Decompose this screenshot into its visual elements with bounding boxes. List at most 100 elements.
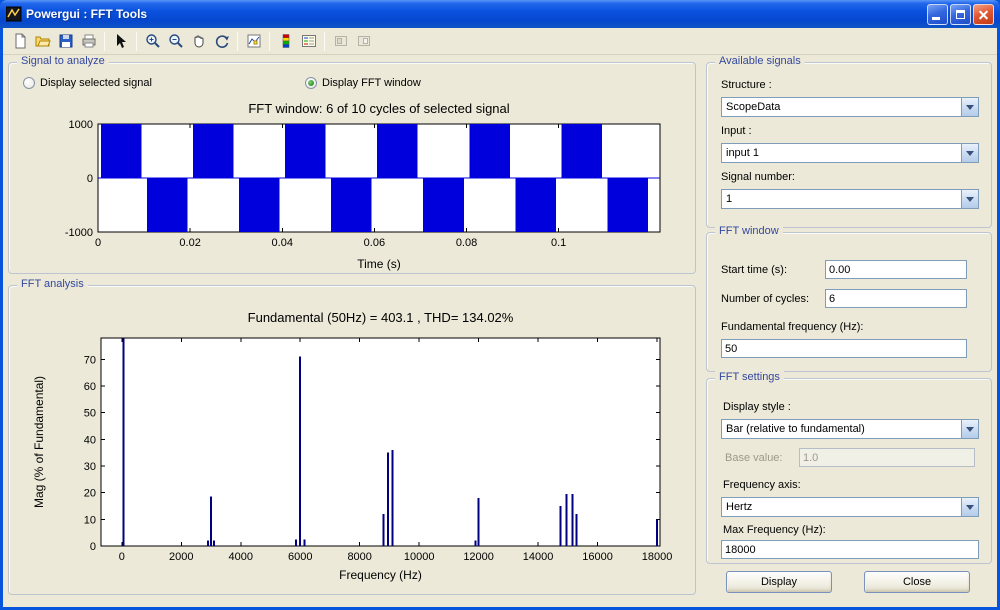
chevron-down-icon[interactable] xyxy=(961,98,978,116)
signal-plot-title: FFT window: 6 of 10 cycles of selected s… xyxy=(98,101,660,116)
signal-pulse xyxy=(101,124,142,178)
x-tick-label: 0 xyxy=(119,551,125,563)
harmonic-bar xyxy=(576,514,578,546)
x-tick-label: 0 xyxy=(95,237,101,249)
zoom-out-icon xyxy=(168,33,184,49)
open-file-button[interactable] xyxy=(31,30,54,53)
number-of-cycles-input[interactable] xyxy=(825,289,967,308)
display-style-select[interactable]: Bar (relative to fundamental) xyxy=(721,419,979,439)
show-plot-tools-button[interactable] xyxy=(352,30,375,53)
y-tick-label: 30 xyxy=(84,461,96,473)
radio-label: Display FFT window xyxy=(322,77,421,89)
save-figure-button[interactable] xyxy=(54,30,77,53)
harmonic-bar xyxy=(391,450,393,546)
title-bar[interactable]: Powergui : FFT Tools xyxy=(0,0,1000,28)
fft-spectrum-plot[interactable]: 0200040006000800010000120001400016000180… xyxy=(9,331,697,571)
rotate-icon xyxy=(214,33,230,49)
input-label: Input : xyxy=(721,125,752,137)
frequency-axis-value: Hertz xyxy=(726,501,958,513)
input-select[interactable]: input 1 xyxy=(721,143,979,163)
rotate-3d-button[interactable] xyxy=(210,30,233,53)
printer-icon xyxy=(81,33,97,49)
radio-display-selected-signal[interactable]: Display selected signal xyxy=(23,77,152,89)
x-tick-label: 4000 xyxy=(229,551,253,563)
signal-pulse xyxy=(423,178,464,232)
toolbar-separator xyxy=(269,32,270,51)
fft-settings-group: FFT settings Display style : Bar (relati… xyxy=(706,378,992,564)
fundamental-frequency-label: Fundamental frequency (Hz): xyxy=(721,321,863,333)
x-tick-label: 0.04 xyxy=(272,237,293,249)
structure-label: Structure : xyxy=(721,79,772,91)
chevron-down-icon[interactable] xyxy=(961,144,978,162)
toolbar-separator xyxy=(324,32,325,51)
signal-number-value: 1 xyxy=(726,193,958,205)
x-tick-label: 16000 xyxy=(582,551,613,563)
harmonic-bar xyxy=(387,453,389,546)
base-value-label: Base value: xyxy=(725,452,782,464)
radio-label: Display selected signal xyxy=(40,77,152,89)
radio-display-fft-window[interactable]: Display FFT window xyxy=(305,77,421,89)
x-tick-label: 0.1 xyxy=(551,237,566,249)
zoom-in-button[interactable] xyxy=(141,30,164,53)
insert-colorbar-button[interactable] xyxy=(274,30,297,53)
print-figure-button[interactable] xyxy=(77,30,100,53)
display-style-label: Display style : xyxy=(723,401,791,413)
signal-plot[interactable]: 00.020.040.060.080.1-100001000 xyxy=(9,119,697,269)
chevron-down-icon[interactable] xyxy=(961,420,978,438)
radio-icon[interactable] xyxy=(23,77,35,89)
save-icon xyxy=(58,33,74,49)
close-window-button[interactable] xyxy=(973,4,994,25)
structure-select[interactable]: ScopeData xyxy=(721,97,979,117)
chevron-down-icon[interactable] xyxy=(961,190,978,208)
number-of-cycles-label: Number of cycles: xyxy=(721,293,809,305)
hand-icon xyxy=(191,33,207,49)
data-cursor-button[interactable] xyxy=(242,30,265,53)
window-controls xyxy=(927,4,994,25)
edit-plot-button[interactable] xyxy=(109,30,132,53)
y-tick-label: -1000 xyxy=(65,227,93,239)
fft-window-group: FFT window Start time (s): Number of cyc… xyxy=(706,232,992,372)
zoom-in-icon xyxy=(145,33,161,49)
signal-pulse xyxy=(331,178,372,232)
max-frequency-input[interactable] xyxy=(721,540,979,559)
close-button[interactable]: Close xyxy=(864,571,970,593)
x-tick-label: 12000 xyxy=(463,551,494,563)
signal-pulse xyxy=(607,178,648,232)
signal-pulse xyxy=(285,124,326,178)
structure-value: ScopeData xyxy=(726,101,958,113)
hide-plot-tools-button[interactable] xyxy=(329,30,352,53)
signal-number-select[interactable]: 1 xyxy=(721,189,979,209)
harmonic-bar xyxy=(382,514,384,546)
start-time-input[interactable] xyxy=(825,260,967,279)
new-document-button[interactable] xyxy=(8,30,31,53)
fundamental-frequency-input[interactable] xyxy=(721,339,967,358)
fft-plot-title: Fundamental (50Hz) = 403.1 , THD= 134.02… xyxy=(101,310,660,325)
open-folder-icon xyxy=(35,33,51,49)
signal-pulse xyxy=(377,124,418,178)
maximize-button[interactable] xyxy=(950,4,971,25)
harmonic-bar xyxy=(210,497,212,546)
insert-legend-button[interactable] xyxy=(297,30,320,53)
signal-pulse xyxy=(469,124,510,178)
y-tick-label: 0 xyxy=(90,541,96,553)
signal-pulse xyxy=(147,178,188,232)
y-tick-label: 0 xyxy=(87,173,93,185)
client-area: Signal to analyze Display selected signa… xyxy=(3,28,997,607)
minimize-button[interactable] xyxy=(927,4,948,25)
cursor-arrow-icon xyxy=(113,33,129,49)
frequency-axis-select[interactable]: Hertz xyxy=(721,497,979,517)
display-style-value: Bar (relative to fundamental) xyxy=(726,423,958,435)
radio-icon[interactable] xyxy=(305,77,317,89)
pan-button[interactable] xyxy=(187,30,210,53)
harmonic-bar xyxy=(207,541,209,546)
signal-x-axis-label: Time (s) xyxy=(98,257,660,271)
group-title-available-signals: Available signals xyxy=(715,55,805,67)
display-button[interactable]: Display xyxy=(726,571,832,593)
max-frequency-label: Max Frequency (Hz): xyxy=(723,524,826,536)
y-tick-label: 60 xyxy=(84,381,96,393)
chevron-down-icon[interactable] xyxy=(961,498,978,516)
zoom-out-button[interactable] xyxy=(164,30,187,53)
show-plot-tools-icon xyxy=(356,33,372,49)
x-tick-label: 14000 xyxy=(523,551,554,563)
y-tick-label: 70 xyxy=(84,354,96,366)
